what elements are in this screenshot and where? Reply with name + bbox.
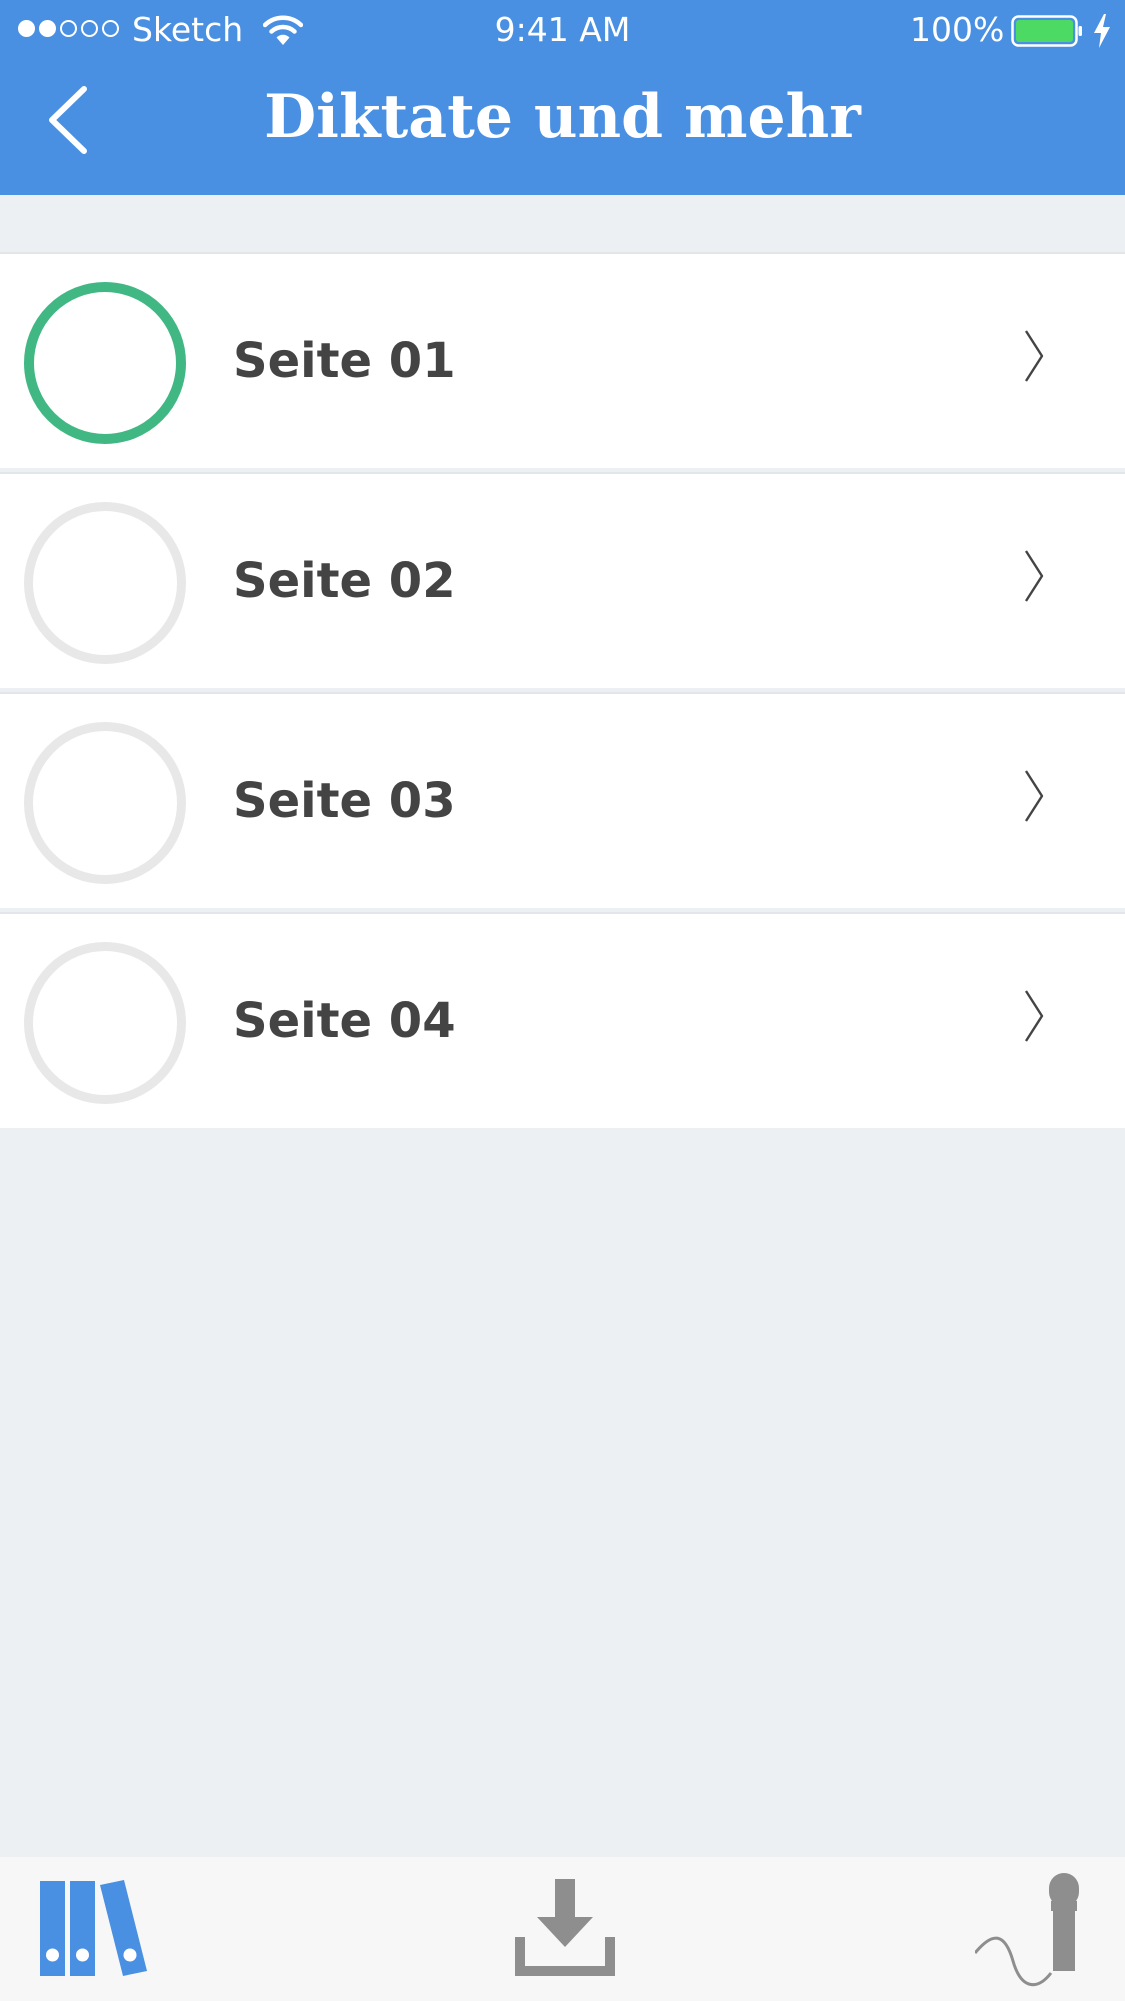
- microphone-icon: [975, 1873, 1079, 1987]
- chevron-right-icon: [1024, 550, 1044, 602]
- list-item-label: Seite 02: [233, 553, 456, 609]
- page-list: Seite 01 Seite 02 Seite 03 Seite 04: [0, 252, 1125, 1128]
- chevron-right-icon: [1024, 330, 1044, 382]
- empty-circle-icon: [24, 502, 186, 664]
- tab-library[interactable]: [30, 1857, 160, 2001]
- list-item-seite-02[interactable]: Seite 02: [0, 472, 1125, 688]
- chevron-right-icon: [1024, 770, 1044, 822]
- navigation-header: Sketch 9:41 AM 100% Diktate und mehr: [0, 0, 1125, 195]
- list-item-seite-03[interactable]: Seite 03: [0, 692, 1125, 908]
- list-item-label: Seite 04: [233, 993, 456, 1049]
- tab-dictate[interactable]: [960, 1857, 1100, 2001]
- battery-percentage: 100%: [910, 10, 1005, 49]
- download-icon: [515, 1879, 615, 1976]
- list-item-label: Seite 03: [233, 773, 456, 829]
- list-item-seite-01[interactable]: Seite 01: [0, 252, 1125, 468]
- status-bar: Sketch 9:41 AM 100%: [0, 0, 1125, 62]
- battery-icon: [1011, 15, 1082, 47]
- chevron-right-icon: [1024, 990, 1044, 1042]
- list-item-seite-04[interactable]: Seite 04: [0, 912, 1125, 1128]
- back-chevron-icon[interactable]: [38, 80, 98, 160]
- empty-circle-icon: [24, 722, 186, 884]
- completed-circle-icon: [24, 282, 186, 444]
- tab-bar: [0, 1857, 1125, 2001]
- tab-download[interactable]: [500, 1857, 630, 2001]
- page-title: Diktate und mehr: [264, 82, 861, 152]
- charging-bolt-icon: [1094, 14, 1110, 48]
- books-icon: [40, 1880, 147, 1976]
- empty-circle-icon: [24, 942, 186, 1104]
- list-item-label: Seite 01: [233, 333, 456, 389]
